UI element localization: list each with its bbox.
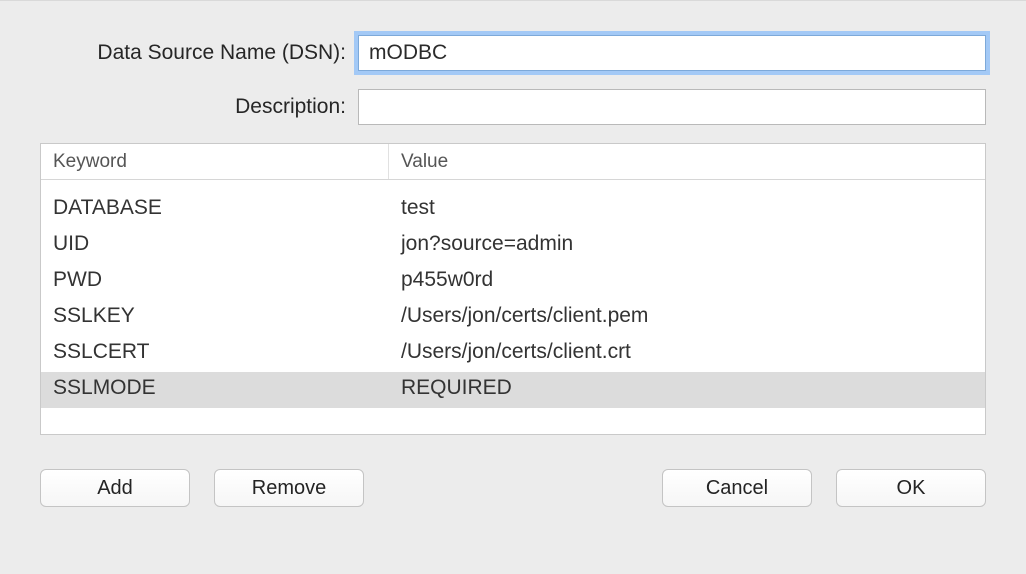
table-row[interactable]: DATABASEtest — [41, 192, 985, 228]
cell-value: jon?source=admin — [389, 228, 985, 264]
dsn-input[interactable] — [358, 35, 986, 71]
dsn-label: Data Source Name (DSN): — [40, 41, 358, 65]
table-body[interactable]: PORT3307DATABASEtestUIDjon?source=adminP… — [41, 180, 985, 434]
keyword-value-table: Keyword Value PORT3307DATABASEtestUIDjon… — [40, 143, 986, 435]
table-row[interactable]: SSLMODEREQUIRED — [41, 372, 985, 408]
cell-keyword: PWD — [41, 264, 389, 300]
cell-keyword: SSLCERT — [41, 336, 389, 372]
column-header-keyword[interactable]: Keyword — [41, 144, 389, 179]
cell-keyword: SSLKEY — [41, 300, 389, 336]
description-input[interactable] — [358, 89, 986, 125]
table-row[interactable]: UIDjon?source=admin — [41, 228, 985, 264]
table-header: Keyword Value — [41, 144, 985, 180]
cell-value: p455w0rd — [389, 264, 985, 300]
cell-keyword: PORT — [41, 180, 389, 192]
button-bar: Add Remove Cancel OK — [40, 469, 986, 507]
cell-value: test — [389, 192, 985, 228]
ok-button[interactable]: OK — [836, 469, 986, 507]
cell-keyword: SSLMODE — [41, 372, 389, 408]
column-header-value[interactable]: Value — [389, 144, 985, 179]
cell-value: REQUIRED — [389, 372, 985, 408]
cell-keyword: DATABASE — [41, 192, 389, 228]
cell-value: /Users/jon/certs/client.crt — [389, 336, 985, 372]
table-row[interactable]: PWDp455w0rd — [41, 264, 985, 300]
cell-keyword: UID — [41, 228, 389, 264]
remove-button[interactable]: Remove — [214, 469, 364, 507]
table-row[interactable]: PORT3307 — [41, 180, 985, 192]
cell-value: 3307 — [389, 180, 985, 192]
add-button[interactable]: Add — [40, 469, 190, 507]
description-label: Description: — [40, 95, 358, 119]
cancel-button[interactable]: Cancel — [662, 469, 812, 507]
description-row: Description: — [40, 89, 986, 125]
table-row[interactable]: SSLKEY/Users/jon/certs/client.pem — [41, 300, 985, 336]
cell-value: /Users/jon/certs/client.pem — [389, 300, 985, 336]
odbc-dsn-dialog: Data Source Name (DSN): Description: Key… — [0, 0, 1026, 574]
dsn-row: Data Source Name (DSN): — [40, 35, 986, 71]
table-row[interactable]: SSLCERT/Users/jon/certs/client.crt — [41, 336, 985, 372]
